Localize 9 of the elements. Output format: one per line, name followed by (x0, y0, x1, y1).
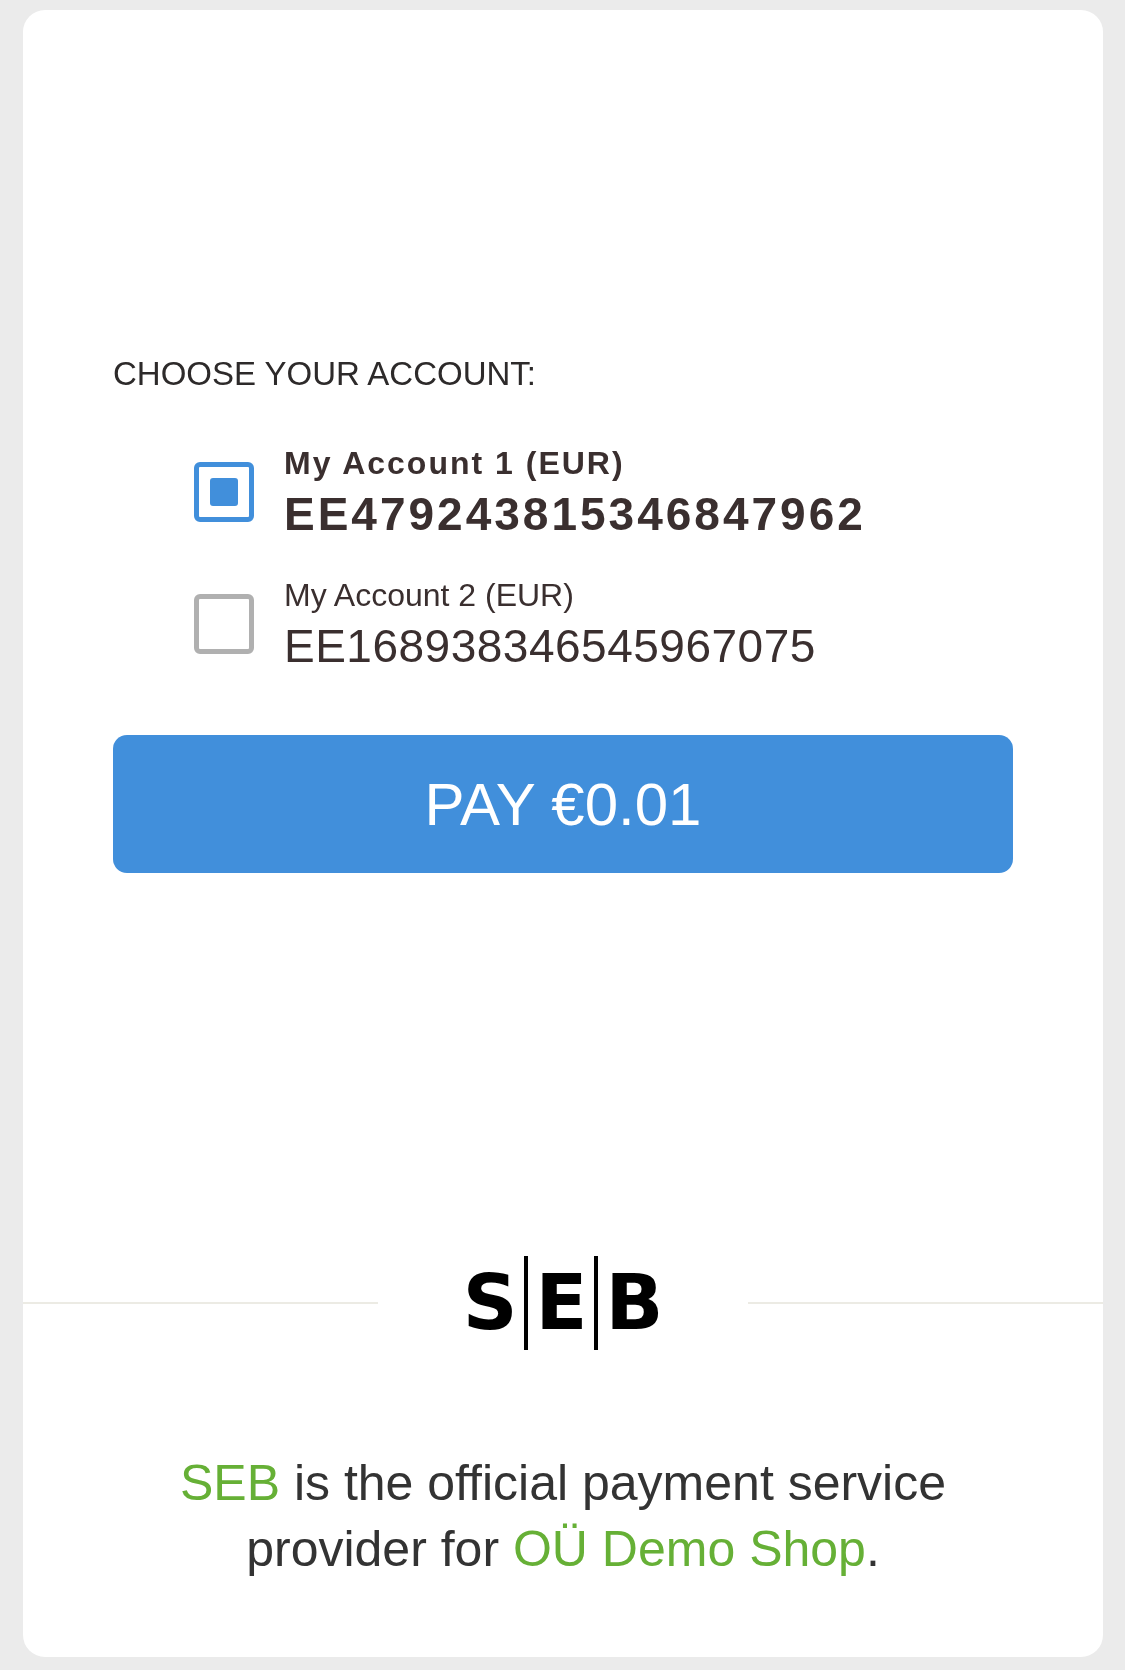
account-checkbox[interactable] (194, 594, 254, 654)
provider-notice: SEB is the official payment service provider for OÜ Demo Shop. (178, 1454, 948, 1579)
account-number[interactable]: EE479243815346847962 (284, 485, 866, 543)
account-name[interactable]: My Account 2 (EUR) (284, 573, 816, 617)
account-name[interactable]: My Account 1 (EUR) (284, 441, 866, 485)
account-number[interactable]: EE168938346545967075 (284, 617, 816, 675)
bank-logo: S E B (459, 1256, 667, 1350)
account-prompt: CHOOSE YOUR ACCOUNT: (113, 355, 537, 393)
account-checkbox[interactable] (194, 462, 254, 522)
